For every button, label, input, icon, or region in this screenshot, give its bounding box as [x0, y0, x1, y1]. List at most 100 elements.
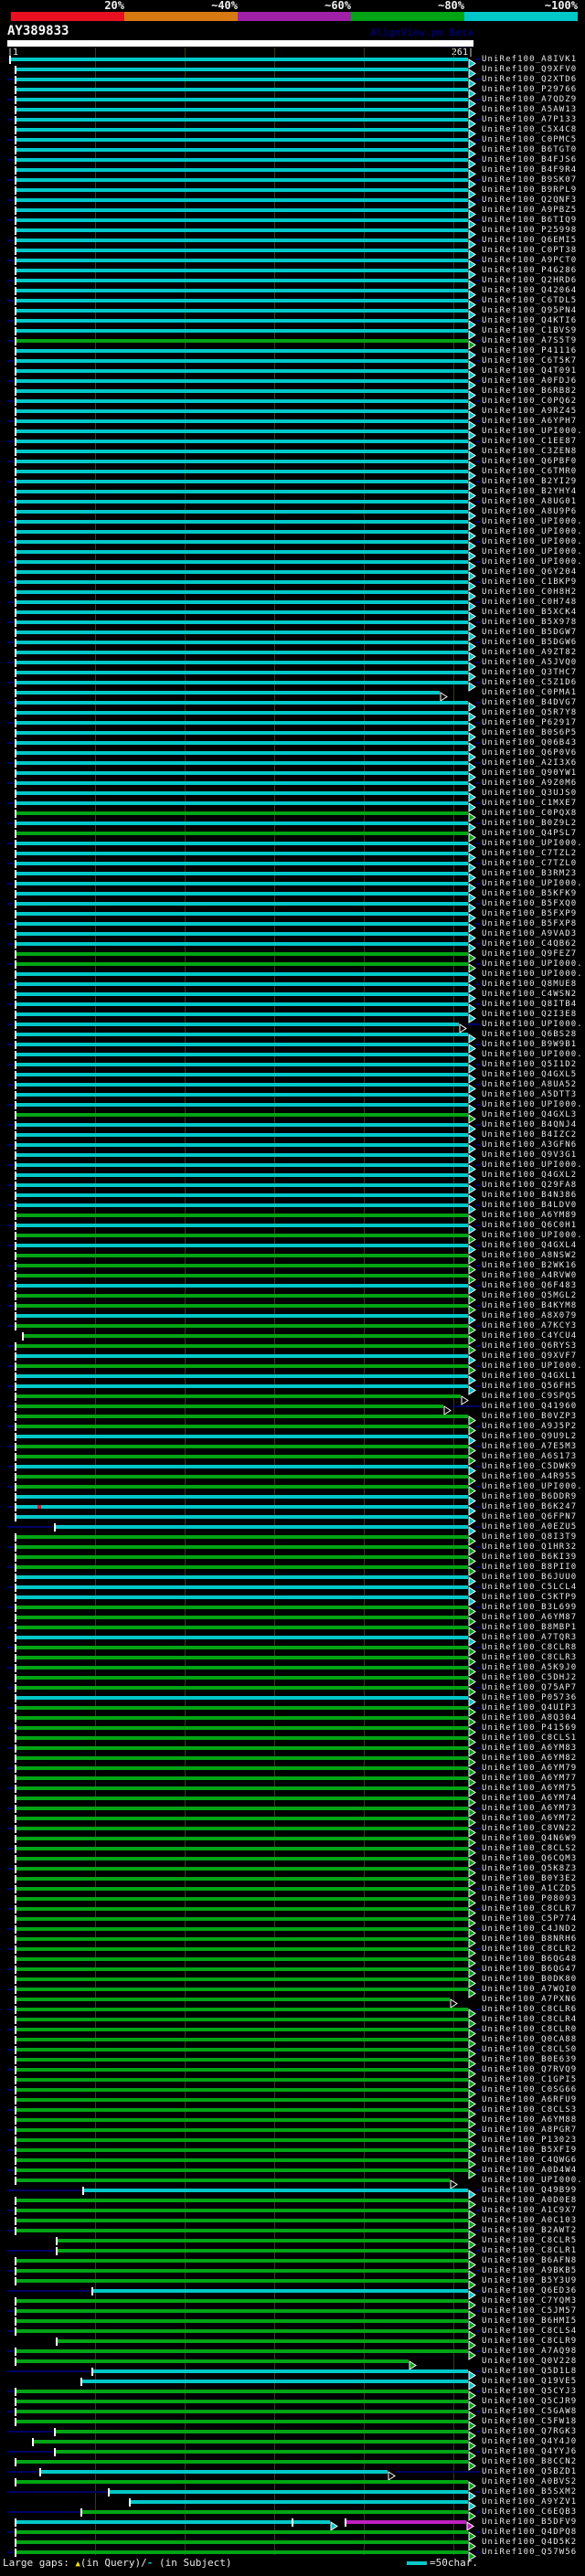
alignment-bar[interactable] — [16, 2349, 468, 2353]
alignment-row[interactable]: UniRef100_B6AFN8 — [0, 2256, 585, 2270]
subject-label[interactable]: UniRef100_Q9XFV0 — [482, 65, 577, 75]
alignment-row[interactable]: UniRef100_C0PT38 — [0, 246, 585, 260]
alignment-row[interactable]: UniRef100_A6YM72 — [0, 1814, 585, 1828]
alignment-bar[interactable] — [16, 771, 468, 775]
alignment-bar[interactable] — [82, 2510, 468, 2514]
alignment-bar[interactable] — [16, 1354, 468, 1358]
alignment-row[interactable]: UniRef100_C0H8H2 — [0, 588, 585, 601]
alignment-row[interactable]: UniRef100_A8Q304 — [0, 1713, 585, 1727]
alignment-bar[interactable] — [16, 902, 468, 906]
alignment-bar[interactable] — [16, 1696, 468, 1700]
subject-label[interactable]: UniRef100_Q6BS28 — [482, 1030, 577, 1040]
alignment-row[interactable]: UniRef100_Q7RVQ9 — [0, 2065, 585, 2079]
subject-label[interactable]: UniRef100_Q4GXL5 — [482, 1070, 577, 1080]
alignment-row[interactable]: UniRef100_UPI000.. — [0, 547, 585, 561]
alignment-bar[interactable] — [16, 681, 468, 684]
alignment-bar[interactable] — [16, 1957, 468, 1961]
alignment-row[interactable]: UniRef100_Q2I3E8 — [0, 1010, 585, 1023]
alignment-bar[interactable] — [16, 1083, 468, 1087]
alignment-row[interactable]: UniRef100_B6RB82 — [0, 387, 585, 400]
subject-label[interactable]: UniRef100_P41569 — [482, 1723, 577, 1733]
alignment-bar[interactable] — [16, 701, 468, 705]
subject-label[interactable]: UniRef100_Q6CQM3 — [482, 1854, 577, 1864]
alignment-row[interactable]: UniRef100_UPI000.. — [0, 2176, 585, 2189]
alignment-row[interactable]: UniRef100_B6K247 — [0, 1502, 585, 1516]
alignment-row[interactable]: UniRef100_Q9U9L2 — [0, 1432, 585, 1446]
alignment-row[interactable]: UniRef100_A8NSW2 — [0, 1251, 585, 1265]
alignment-row[interactable]: UniRef100_Q4GXL2 — [0, 1171, 585, 1184]
alignment-bar[interactable] — [16, 1183, 468, 1187]
alignment-row[interactable]: UniRef100_B4KYM8 — [0, 1301, 585, 1315]
subject-label[interactable]: UniRef100_B6QG47 — [482, 1965, 577, 1975]
subject-label[interactable]: UniRef100_B4DVG7 — [482, 698, 577, 708]
subject-label[interactable]: UniRef100_A7PXN6 — [482, 1995, 577, 2005]
subject-label[interactable]: UniRef100_A0D4W4 — [482, 2166, 577, 2176]
subject-label[interactable]: UniRef100_Q56FH5 — [482, 1382, 577, 1392]
alignment-row[interactable]: UniRef100_P46286 — [0, 266, 585, 280]
alignment-bar[interactable] — [16, 158, 468, 162]
subject-label[interactable]: UniRef100_B3L699 — [482, 1603, 577, 1613]
alignment-row[interactable]: UniRef100_B3RM23 — [0, 869, 585, 883]
alignment-row[interactable]: UniRef100_Q4DPQ8 — [0, 2528, 585, 2541]
alignment-bar[interactable] — [16, 2168, 468, 2172]
subject-label[interactable]: UniRef100_Q6PBF0 — [482, 457, 577, 467]
alignment-row[interactable]: UniRef100_C5FW18 — [0, 2417, 585, 2431]
alignment-row[interactable]: UniRef100_A8PGR7 — [0, 2125, 585, 2139]
alignment-row[interactable]: UniRef100_C6T5K7 — [0, 356, 585, 370]
alignment-bar[interactable] — [16, 862, 468, 865]
subject-label[interactable]: UniRef100_C5FW18 — [482, 2417, 577, 2427]
alignment-bar[interactable] — [16, 1646, 468, 1649]
subject-label[interactable]: UniRef100_UPI000.. — [482, 1161, 585, 1171]
alignment-bar[interactable] — [34, 2440, 468, 2443]
alignment-bar[interactable] — [16, 580, 468, 584]
alignment-row[interactable]: UniRef100_A7QDZ9 — [0, 95, 585, 109]
alignment-bar[interactable] — [16, 1344, 468, 1348]
alignment-bar[interactable] — [84, 2189, 468, 2192]
alignment-row[interactable]: UniRef100_C1GPI5 — [0, 2075, 585, 2089]
alignment-bar[interactable] — [16, 1394, 462, 1398]
subject-label[interactable]: UniRef100_Q49B99 — [482, 2186, 577, 2196]
alignment-row[interactable]: UniRef100_P29766 — [0, 85, 585, 99]
alignment-bar[interactable] — [16, 1445, 468, 1448]
alignment-row[interactable]: UniRef100_A6YM88 — [0, 2115, 585, 2129]
alignment-row[interactable]: UniRef100_B2YHY4 — [0, 487, 585, 501]
alignment-bar[interactable] — [16, 359, 468, 363]
subject-label[interactable]: UniRef100_Q0CA88 — [482, 2035, 577, 2045]
subject-label[interactable]: UniRef100_Q41960 — [482, 1402, 577, 1412]
alignment-row[interactable]: UniRef100_C4YCU4 — [0, 1331, 585, 1345]
subject-label[interactable]: UniRef100_Q2QNF3 — [482, 196, 577, 206]
alignment-bar[interactable] — [16, 1073, 468, 1076]
alignment-row[interactable]: UniRef100_C5LCL4 — [0, 1583, 585, 1596]
subject-label[interactable]: UniRef100_Q9V3G1 — [482, 1150, 577, 1161]
alignment-row[interactable]: UniRef100_UPI000.. — [0, 959, 585, 973]
subject-label[interactable]: UniRef100_B5DGW6 — [482, 638, 577, 648]
alignment-row[interactable]: UniRef100_Q2HRD6 — [0, 276, 585, 290]
alignment-bar[interactable] — [16, 1203, 468, 1207]
alignment-row[interactable]: UniRef100_A9YZV1 — [0, 2497, 585, 2511]
alignment-row[interactable]: UniRef100_P62917 — [0, 718, 585, 732]
alignment-row[interactable]: UniRef100_B9RPL9 — [0, 186, 585, 199]
alignment-row[interactable]: UniRef100_C8CLS2 — [0, 1844, 585, 1858]
alignment-bar[interactable] — [16, 1435, 468, 1438]
alignment-bar[interactable] — [93, 2369, 468, 2373]
alignment-bar[interactable] — [16, 781, 468, 785]
alignment-bar[interactable] — [16, 2178, 451, 2182]
subject-label[interactable]: UniRef100_UPI000.. — [482, 839, 585, 849]
subject-label[interactable]: UniRef100_Q6P0V6 — [482, 748, 577, 758]
alignment-bar[interactable] — [16, 1294, 468, 1298]
alignment-row[interactable]: UniRef100_C8CLR5 — [0, 2236, 585, 2250]
alignment-bar[interactable] — [16, 1063, 468, 1066]
alignment-row[interactable]: UniRef100_C8CLS3 — [0, 2105, 585, 2119]
subject-label[interactable]: UniRef100_C1BKP9 — [482, 578, 577, 588]
alignment-bar[interactable] — [16, 289, 468, 292]
subject-label[interactable]: UniRef100_C8CLR4 — [482, 2015, 577, 2025]
subject-label[interactable]: UniRef100_Q6C0H1 — [482, 1221, 577, 1231]
alignment-row[interactable]: UniRef100_C8CLR6 — [0, 2005, 585, 2019]
alignment-bar[interactable] — [16, 1153, 468, 1157]
alignment-bar[interactable] — [16, 1786, 468, 1790]
alignment-bar[interactable] — [16, 1405, 443, 1408]
subject-label[interactable]: UniRef100_C8VN22 — [482, 1824, 577, 1834]
alignment-bar[interactable] — [16, 1425, 468, 1428]
subject-label[interactable]: UniRef100_C3ZEN8 — [482, 447, 577, 457]
subject-label[interactable]: UniRef100_Q5BZD1 — [482, 2467, 577, 2477]
